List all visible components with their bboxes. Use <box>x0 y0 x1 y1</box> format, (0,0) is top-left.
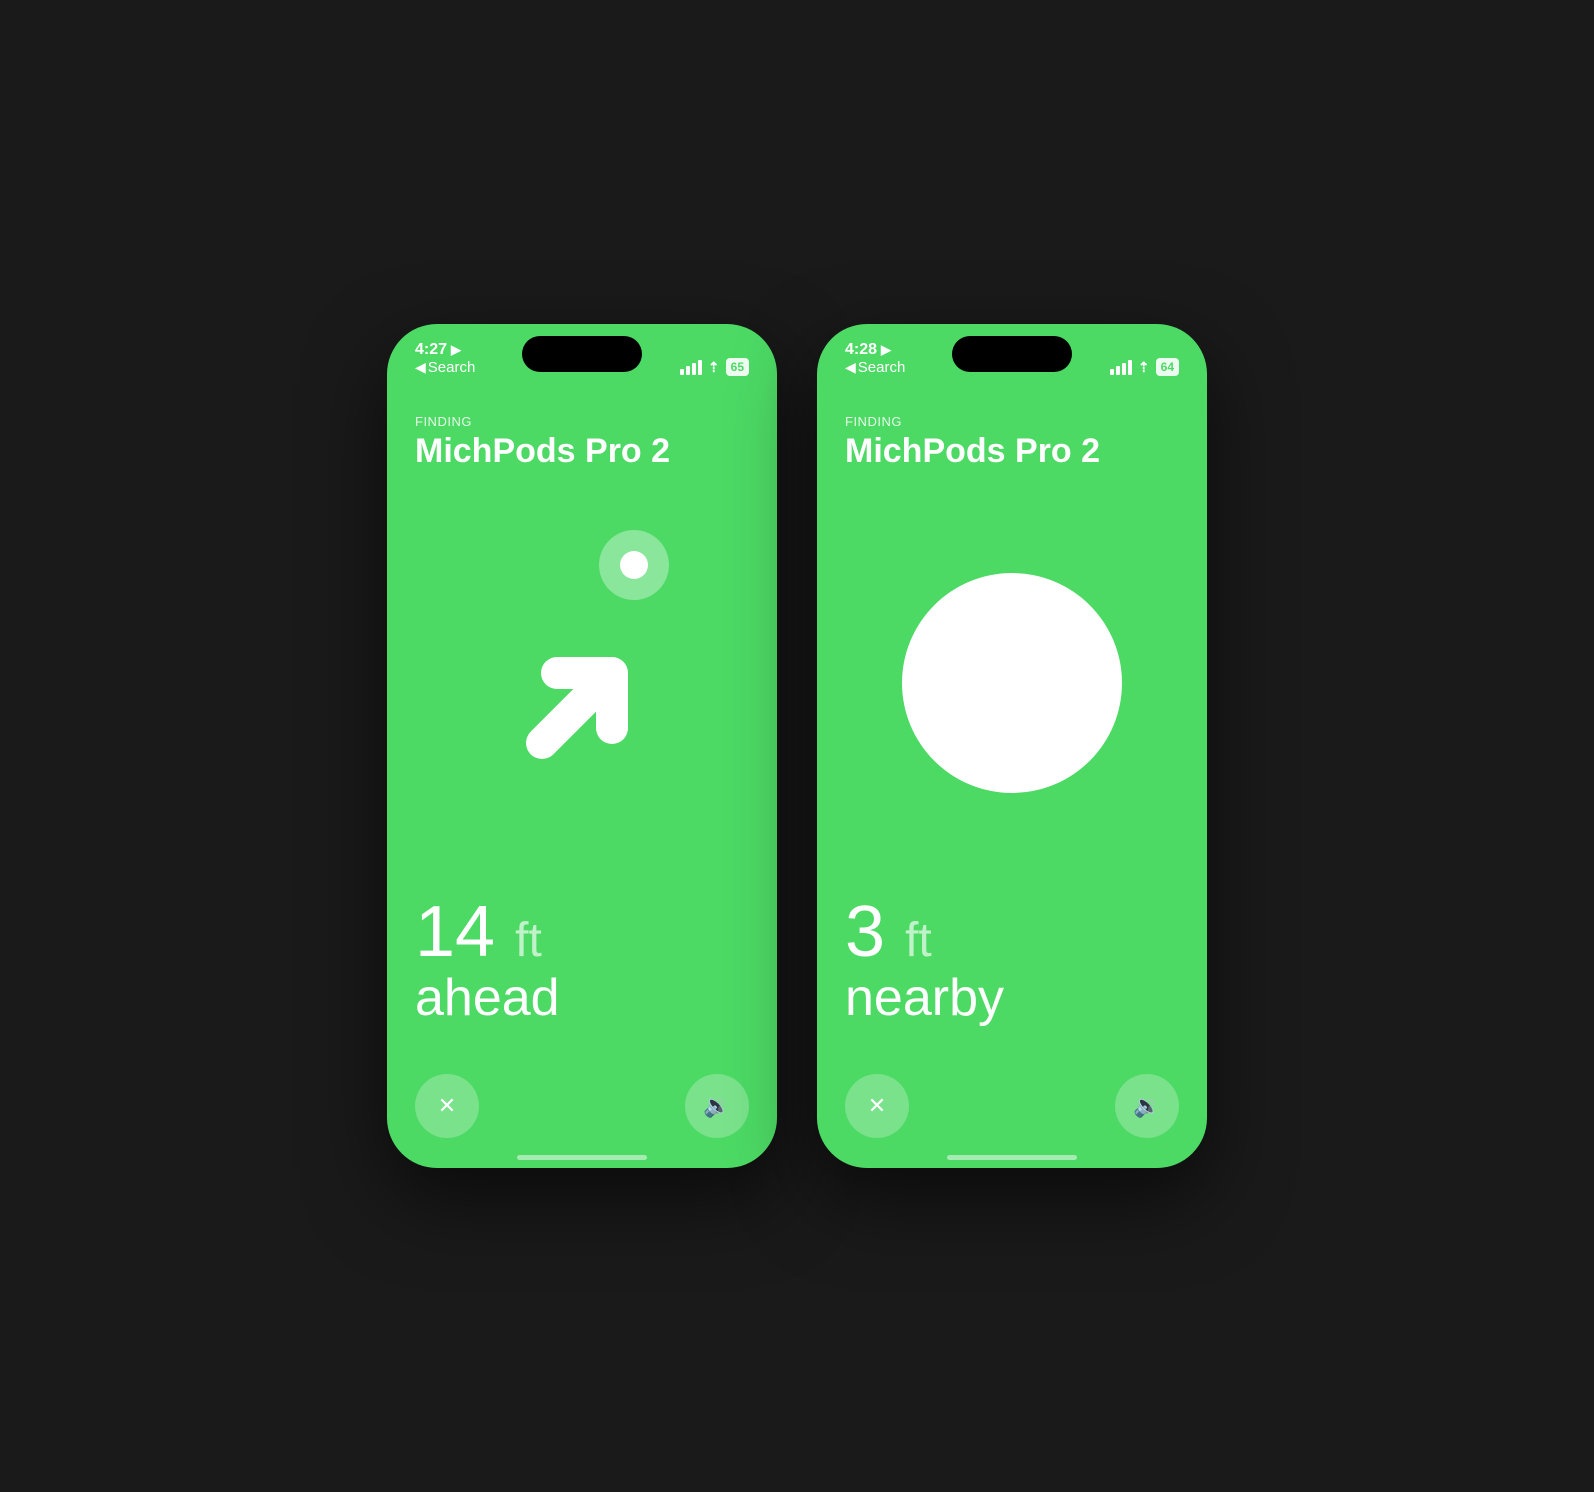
bottom-buttons-1: ✕ 🔉 <box>415 1074 749 1168</box>
chevron-left-icon-2: ◀ <box>845 359 856 376</box>
status-right-2: ⇡ 64 <box>1110 358 1179 376</box>
distance-number-1: 14 <box>415 892 495 972</box>
dynamic-island-2 <box>952 336 1072 372</box>
chevron-left-icon-1: ◀ <box>415 359 426 376</box>
close-button-1[interactable]: ✕ <box>415 1074 479 1138</box>
dynamic-island-1 <box>522 336 642 372</box>
speaker-icon-2: 🔉 <box>1133 1093 1160 1119</box>
back-nav-2[interactable]: ◀ Search <box>845 359 905 376</box>
phone-wrapper: 4:27 ▶ ◀ Search ⇡ 65 FINDING MichP <box>387 324 1207 1168</box>
sound-button-2[interactable]: 🔉 <box>1115 1074 1179 1138</box>
finding-label-1: FINDING <box>415 414 749 429</box>
location-icon-1: ▶ <box>451 342 461 358</box>
direction-label-1: ahead <box>415 972 749 1024</box>
back-label-2: Search <box>858 359 906 376</box>
close-icon-2: ✕ <box>868 1093 886 1119</box>
status-left-2: 4:28 ▶ ◀ Search <box>845 341 905 376</box>
device-title-2: MichPods Pro 2 <box>845 433 1179 470</box>
battery-2: 64 <box>1156 358 1179 376</box>
status-right-1: ⇡ 65 <box>680 358 749 376</box>
home-indicator-1 <box>517 1155 647 1160</box>
wifi-icon-2: ⇡ <box>1138 359 1150 376</box>
close-button-2[interactable]: ✕ <box>845 1074 909 1138</box>
direction-label-2: nearby <box>845 972 1179 1024</box>
finding-label-2: FINDING <box>845 414 1179 429</box>
home-indicator-2 <box>947 1155 1077 1160</box>
back-nav-1[interactable]: ◀ Search <box>415 359 475 376</box>
signal-bars-2 <box>1110 360 1132 375</box>
distance-number-2: 3 <box>845 892 885 972</box>
distance-value-1: 14 ft <box>415 896 749 968</box>
direction-arrow-icon-1 <box>482 583 682 783</box>
time-text-2: 4:28 <box>845 341 877 359</box>
status-left-1: 4:27 ▶ ◀ Search <box>415 341 475 376</box>
close-icon-1: ✕ <box>438 1093 456 1119</box>
location-icon-2: ▶ <box>881 342 891 358</box>
visual-area-2 <box>845 470 1179 896</box>
distance-section-2: 3 ft nearby <box>845 896 1179 1074</box>
distance-unit-1: ft <box>515 914 542 967</box>
distance-unit-2: ft <box>905 914 932 967</box>
device-title-1: MichPods Pro 2 <box>415 433 749 470</box>
phone-content-1: FINDING MichPods Pro 2 14 ft ahead <box>387 394 777 1168</box>
battery-1: 65 <box>726 358 749 376</box>
status-time-2: 4:28 ▶ <box>845 341 891 359</box>
back-label-1: Search <box>428 359 476 376</box>
distance-dot-inner-1 <box>620 551 648 579</box>
signal-bars-1 <box>680 360 702 375</box>
battery-value-2: 64 <box>1161 360 1174 374</box>
distance-dot-indicator-1 <box>599 530 669 600</box>
phone-2: 4:28 ▶ ◀ Search ⇡ 64 FINDING MichP <box>817 324 1207 1168</box>
bottom-buttons-2: ✕ 🔉 <box>845 1074 1179 1168</box>
wifi-icon-1: ⇡ <box>708 359 720 376</box>
status-time-1: 4:27 ▶ <box>415 341 461 359</box>
phone-content-2: FINDING MichPods Pro 2 3 ft nearby ✕ 🔉 <box>817 394 1207 1168</box>
distance-value-2: 3 ft <box>845 896 1179 968</box>
time-text-1: 4:27 <box>415 341 447 359</box>
visual-area-1 <box>415 470 749 896</box>
speaker-icon-1: 🔉 <box>703 1093 730 1119</box>
proximity-circle-2 <box>902 573 1122 793</box>
battery-value-1: 65 <box>731 360 744 374</box>
distance-section-1: 14 ft ahead <box>415 896 749 1074</box>
phone-1: 4:27 ▶ ◀ Search ⇡ 65 FINDING MichP <box>387 324 777 1168</box>
sound-button-1[interactable]: 🔉 <box>685 1074 749 1138</box>
